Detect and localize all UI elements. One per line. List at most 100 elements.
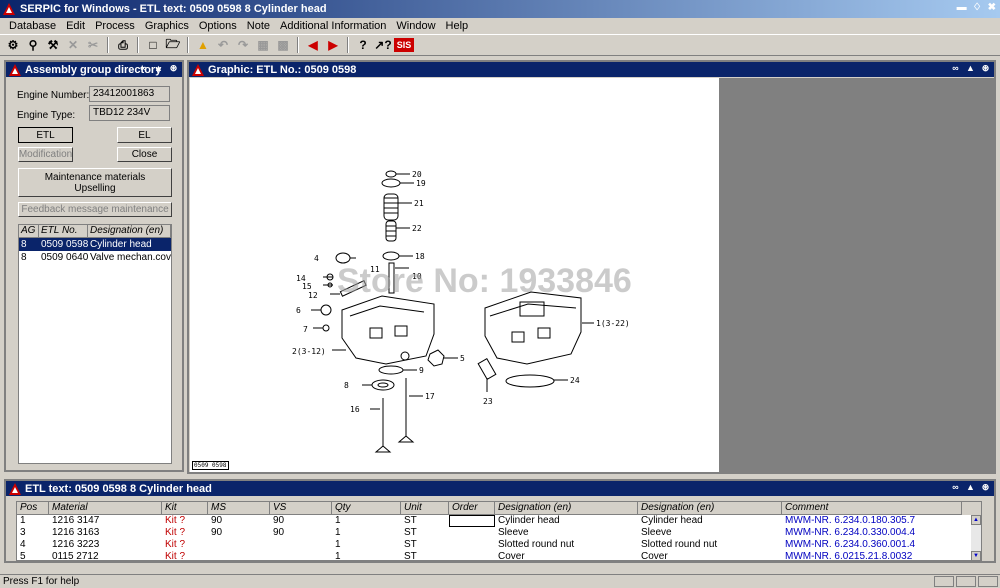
scroll-down-icon[interactable]: ▼ [971, 551, 981, 560]
arrow-left-icon[interactable]: ◀ [304, 36, 322, 54]
menu-process[interactable]: Process [90, 20, 140, 32]
menu-additional-information[interactable]: Additional Information [275, 20, 391, 32]
vertical-scrollbar[interactable]: ▲ ▼ [971, 515, 981, 560]
menu-help[interactable]: Help [441, 20, 474, 32]
arrow-right-icon[interactable]: ▶ [324, 36, 342, 54]
new-document-icon[interactable]: □ [144, 36, 162, 54]
color-icon[interactable]: ▲ [194, 36, 212, 54]
cell-designation-2: Cover [641, 551, 668, 561]
engine-number-field[interactable]: 23412001863 [89, 86, 170, 102]
column-header-unit[interactable]: Unit [401, 502, 449, 515]
panel-maximize-icon[interactable]: ▲ [965, 63, 976, 74]
panel-minimize-icon[interactable]: ∞ [138, 63, 149, 74]
engine-type-field[interactable]: TBD12 234V [89, 105, 170, 121]
cell-designation: Cover [498, 551, 525, 561]
window-title: SERPIC for Windows - ETL text: 0509 0598… [20, 3, 327, 15]
modification-button[interactable]: Modification [18, 147, 73, 162]
menu-database[interactable]: Database [4, 20, 61, 32]
column-header-comment[interactable]: Comment [782, 502, 962, 515]
assembly-group-title-bar: Assembly group directory ∞ ▲ ⊛ [6, 62, 182, 77]
close-icon[interactable]: ✖ [988, 2, 996, 13]
maintenance-materials-button[interactable]: Maintenance materials Upselling [18, 168, 172, 197]
cell-order[interactable] [449, 539, 495, 551]
column-header-material[interactable]: Material [49, 502, 162, 515]
grid-icon[interactable]: ▦ [254, 36, 272, 54]
restore-icon[interactable]: ♢ [973, 2, 982, 13]
delete-icon[interactable]: ✕ [64, 36, 82, 54]
status-cell [978, 576, 998, 587]
table-row[interactable]: 5 0115 2712 Kit ? 1 ST Cover Cover MWM-N… [17, 551, 981, 561]
cell-kit[interactable]: Kit ? [162, 551, 208, 560]
cell-etl-no: 0509 0598 [41, 239, 88, 250]
column-header-designation-2[interactable]: Designation (en) [638, 502, 782, 515]
menu-note[interactable]: Note [242, 20, 275, 32]
close-button[interactable]: Close [117, 147, 172, 162]
serpic-logo-icon [9, 482, 21, 495]
panel-close-icon[interactable]: ⊛ [168, 63, 179, 74]
table-row[interactable]: 1 1216 3147 Kit ? 90 90 1 ST Cylinder he… [17, 515, 981, 527]
feedback-maintenance-button[interactable]: Feedback message maintenance [18, 202, 172, 217]
menu-graphics[interactable]: Graphics [140, 20, 194, 32]
table-icon[interactable]: ▩ [274, 36, 292, 54]
watermark: Store No: 1933846 [337, 262, 632, 300]
cut-icon[interactable]: ✂ [84, 36, 102, 54]
column-header-kit[interactable]: Kit [162, 502, 208, 515]
engine-icon[interactable]: ⚙ [4, 36, 22, 54]
callout-label: 8 [344, 381, 349, 390]
panel-maximize-icon[interactable]: ▲ [965, 482, 976, 493]
help-icon[interactable]: ? [354, 36, 372, 54]
column-header-vs[interactable]: VS [270, 502, 332, 515]
table-row[interactable]: 8 0509 0598 Cylinder head [19, 238, 171, 251]
cell-kit[interactable]: Kit ? [162, 515, 208, 527]
menu-edit[interactable]: Edit [61, 20, 90, 32]
column-header-pos[interactable]: Pos [17, 502, 49, 515]
column-header-ms[interactable]: MS [208, 502, 270, 515]
open-folder-icon[interactable]: 🗁 [164, 36, 182, 54]
etl-text-panel: ETL text: 0509 0598 8 Cylinder head ∞ ▲ … [4, 479, 996, 563]
cell-kit[interactable]: Kit ? [162, 527, 208, 539]
callout-label: 16 [350, 405, 360, 414]
table-row[interactable]: 4 1216 3223 Kit ? 1 ST Slotted round nut… [17, 539, 981, 551]
key-icon[interactable]: ⚲ [24, 36, 42, 54]
column-header-designation[interactable]: Designation (en) [88, 225, 171, 238]
column-header-qty[interactable]: Qty [332, 502, 401, 515]
panel-minimize-icon[interactable]: ∞ [950, 482, 961, 493]
table-row[interactable]: 3 1216 3163 Kit ? 90 90 1 ST Sleeve Slee… [17, 527, 981, 539]
cell-pos: 3 [20, 527, 26, 538]
toolbar: ⚙ ⚲ ⚒ ✕ ✂ ⎙ □ 🗁 ▲ ↶ ↷ ▦ ▩ ◀ ▶ ? ↗? SIS [0, 34, 1000, 56]
cell-order[interactable] [449, 527, 495, 539]
sis-icon[interactable]: SIS [394, 38, 414, 52]
column-header-designation[interactable]: Designation (en) [495, 502, 638, 515]
cell-kit[interactable]: Kit ? [162, 539, 208, 551]
callout-label: 23 [483, 397, 493, 406]
callout-label: 17 [425, 392, 435, 401]
cell-vs [270, 539, 332, 551]
callout-label: 24 [570, 376, 580, 385]
assembly-group-panel: Assembly group directory ∞ ▲ ⊛ Engine Nu… [4, 60, 184, 472]
cell-designation-2: Cylinder head [641, 515, 703, 526]
column-header-order[interactable]: Order [449, 502, 495, 515]
menu-options[interactable]: Options [194, 20, 242, 32]
column-header-etl-no[interactable]: ETL No. [39, 225, 88, 238]
context-help-icon[interactable]: ↗? [374, 36, 392, 54]
wrench-icon[interactable]: ⚒ [44, 36, 62, 54]
etl-button[interactable]: ETL [18, 127, 73, 143]
print-icon[interactable]: ⎙ [114, 36, 132, 54]
panel-minimize-icon[interactable]: ∞ [950, 63, 961, 74]
cell-ms [208, 539, 270, 551]
cell-order[interactable] [449, 551, 495, 560]
panel-close-icon[interactable]: ⊛ [980, 63, 991, 74]
undo-icon[interactable]: ↶ [214, 36, 232, 54]
order-input[interactable] [449, 515, 495, 527]
column-header-ag[interactable]: AG [19, 225, 39, 238]
cell-qty: 1 [335, 527, 341, 538]
menu-window[interactable]: Window [391, 20, 440, 32]
panel-close-icon[interactable]: ⊛ [980, 482, 991, 493]
redo-icon[interactable]: ↷ [234, 36, 252, 54]
minimize-icon[interactable]: ▬ [957, 2, 967, 13]
panel-maximize-icon[interactable]: ▲ [153, 63, 164, 74]
scroll-up-icon[interactable]: ▲ [971, 515, 981, 525]
table-row[interactable]: 8 0509 0640 Valve mechan.cover [19, 251, 171, 264]
cell-ms [208, 551, 270, 560]
el-button[interactable]: EL [117, 127, 172, 143]
